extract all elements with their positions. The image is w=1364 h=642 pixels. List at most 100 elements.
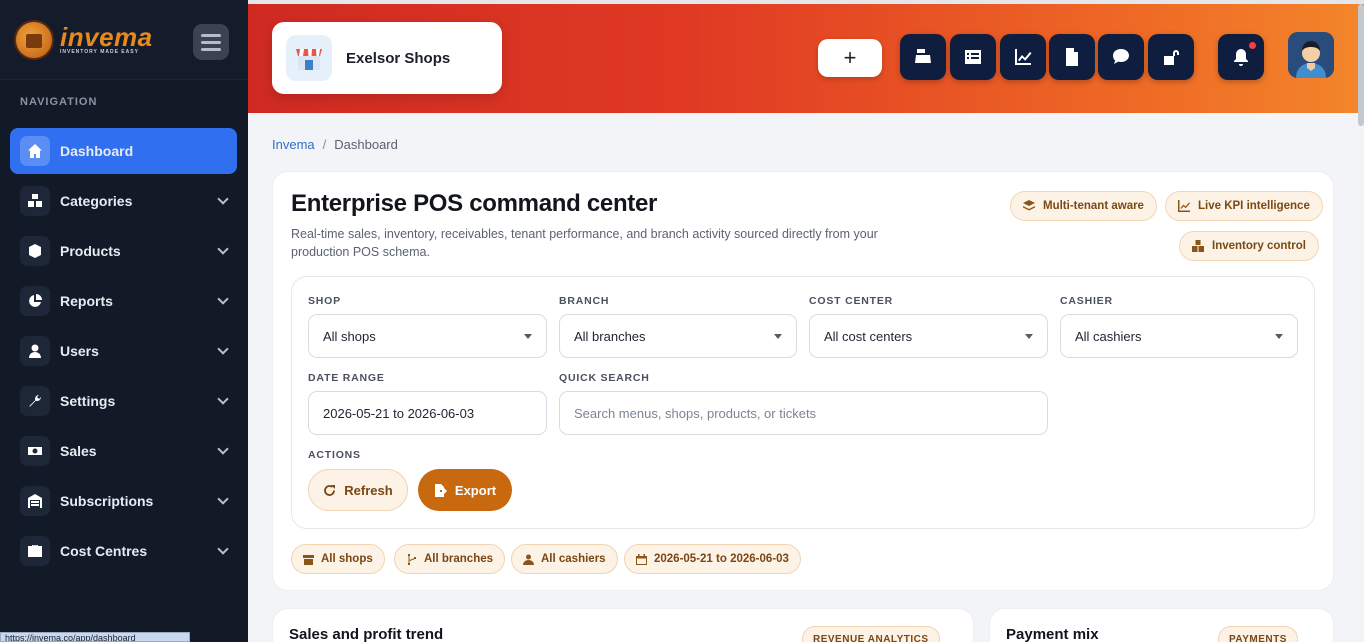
badge-inventory-control: Inventory control (1179, 231, 1319, 261)
sidebar-item-label: Products (60, 243, 121, 259)
store-icon (303, 554, 314, 565)
chevron-down-icon (217, 543, 229, 555)
date-range-label: DATE RANGE (308, 372, 385, 384)
user-icon (20, 336, 50, 366)
sidebar-item-dashboard[interactable]: Dashboard (10, 128, 237, 174)
sidebar-item-label: Cost Centres (60, 543, 148, 559)
export-button[interactable]: Export (418, 469, 512, 511)
box-icon (20, 236, 50, 266)
messages-button[interactable] (1098, 34, 1144, 80)
chevron-down-icon (217, 193, 229, 205)
sidebar-item-label: Sales (60, 443, 97, 459)
sidebar-item-label: Settings (60, 393, 116, 409)
boxes-icon (1192, 240, 1204, 252)
add-button[interactable]: + (818, 39, 882, 77)
list-icon (965, 50, 981, 64)
cost-center-filter-label: COST CENTER (809, 295, 894, 307)
comment-icon (1113, 49, 1129, 64)
chip-branch[interactable]: All branches (394, 544, 506, 574)
lock-button[interactable] (1148, 34, 1194, 80)
briefcase-icon (20, 536, 50, 566)
calendar-icon (636, 553, 647, 565)
card-badge-label: REVENUE ANALYTICS (813, 633, 929, 642)
chip-label: All shops (321, 553, 373, 565)
date-range-input[interactable]: 2026-05-21 to 2026-06-03 (308, 391, 547, 435)
pos-button[interactable] (900, 34, 946, 80)
caret-down-icon (1025, 334, 1033, 339)
sidebar-item-users[interactable]: Users (10, 328, 237, 374)
shop-filter-label: SHOP (308, 295, 341, 307)
chart-line-icon (1015, 49, 1032, 65)
sidebar-item-reports[interactable]: Reports (10, 278, 237, 324)
chevron-down-icon (217, 443, 229, 455)
card-title: Sales and profit trend (289, 626, 444, 642)
brand-name: invema (60, 21, 153, 52)
badge-label: Inventory control (1212, 240, 1306, 252)
sidebar-item-settings[interactable]: Settings (10, 378, 237, 424)
chevron-down-icon (217, 393, 229, 405)
shop-switcher[interactable]: Exelsor Shops (272, 22, 502, 94)
bell-icon (1234, 49, 1248, 66)
sidebar: invema INVENTORY MADE EASY NAVIGATION Da… (0, 0, 248, 642)
documents-button[interactable] (1049, 34, 1095, 80)
payment-mix-card: Payment mix PAYMENTS (989, 608, 1334, 642)
page-title: Enterprise POS command center (291, 190, 658, 217)
quick-search-input[interactable]: Search menus, shops, products, or ticket… (559, 391, 1048, 435)
notifications-button[interactable] (1218, 34, 1264, 80)
refresh-button[interactable]: Refresh (308, 469, 408, 511)
wrench-icon (20, 386, 50, 416)
file-export-icon (434, 483, 447, 497)
file-icon (1066, 48, 1078, 66)
unlock-icon (1164, 50, 1179, 65)
scrollbar[interactable] (1358, 4, 1364, 126)
sidebar-item-subscriptions[interactable]: Subscriptions (10, 478, 237, 524)
cash-register-icon (915, 49, 931, 63)
sidebar-item-label: Users (60, 343, 99, 359)
notification-badge (1249, 42, 1256, 49)
chip-shop[interactable]: All shops (291, 544, 385, 574)
cashier-select[interactable]: All cashiers (1060, 314, 1298, 358)
nav-section-label: NAVIGATION (20, 96, 98, 108)
chevron-down-icon (217, 343, 229, 355)
cashier-select-value: All cashiers (1075, 328, 1142, 344)
caret-down-icon (774, 334, 782, 339)
breadcrumb: Invema / Dashboard (272, 137, 398, 152)
menu-toggle-button[interactable] (193, 24, 229, 60)
home-icon (20, 136, 50, 166)
badge-label: Live KPI intelligence (1198, 200, 1310, 212)
branch-select-value: All branches (574, 328, 646, 344)
sidebar-item-cost-centres[interactable]: Cost Centres (10, 528, 237, 574)
sidebar-item-products[interactable]: Products (10, 228, 237, 274)
brand-tagline: INVENTORY MADE EASY (60, 48, 139, 55)
sales-trend-card: Sales and profit trend REVENUE ANALYTICS (272, 608, 974, 642)
breadcrumb-root-link[interactable]: Invema (272, 137, 315, 152)
pie-chart-icon (20, 286, 50, 316)
filters-panel: SHOP All shops BRANCH All branches COST … (291, 276, 1315, 529)
chip-cashier[interactable]: All cashiers (511, 544, 618, 574)
list-button[interactable] (950, 34, 996, 80)
sidebar-item-sales[interactable]: Sales (10, 428, 237, 474)
sidebar-item-label: Subscriptions (60, 493, 154, 509)
cost-center-select[interactable]: All cost centers (809, 314, 1048, 358)
chip-date-range[interactable]: 2026-05-21 to 2026-06-03 (624, 544, 801, 574)
badge-live-kpi: Live KPI intelligence (1165, 191, 1323, 221)
analytics-button[interactable] (1000, 34, 1046, 80)
sidebar-item-categories[interactable]: Categories (10, 178, 237, 224)
badge-multi-tenant: Multi-tenant aware (1010, 191, 1157, 221)
badge-label: Multi-tenant aware (1043, 200, 1144, 212)
logo-icon (14, 19, 54, 60)
page-description: Real-time sales, inventory, receivables,… (291, 227, 878, 259)
code-branch-icon (408, 553, 416, 565)
card-badge-label: PAYMENTS (1229, 633, 1287, 642)
shop-select[interactable]: All shops (308, 314, 547, 358)
chart-line-icon (1178, 200, 1190, 212)
caret-down-icon (1275, 334, 1283, 339)
cashier-filter-label: CASHIER (1060, 295, 1113, 307)
cubes-icon (20, 186, 50, 216)
avatar[interactable] (1288, 32, 1334, 78)
card-badge: REVENUE ANALYTICS (802, 626, 940, 642)
card-badge: PAYMENTS (1218, 626, 1298, 642)
branch-select[interactable]: All branches (559, 314, 797, 358)
chevron-down-icon (217, 293, 229, 305)
status-url: https://invema.co/app/dashboard (0, 632, 190, 642)
